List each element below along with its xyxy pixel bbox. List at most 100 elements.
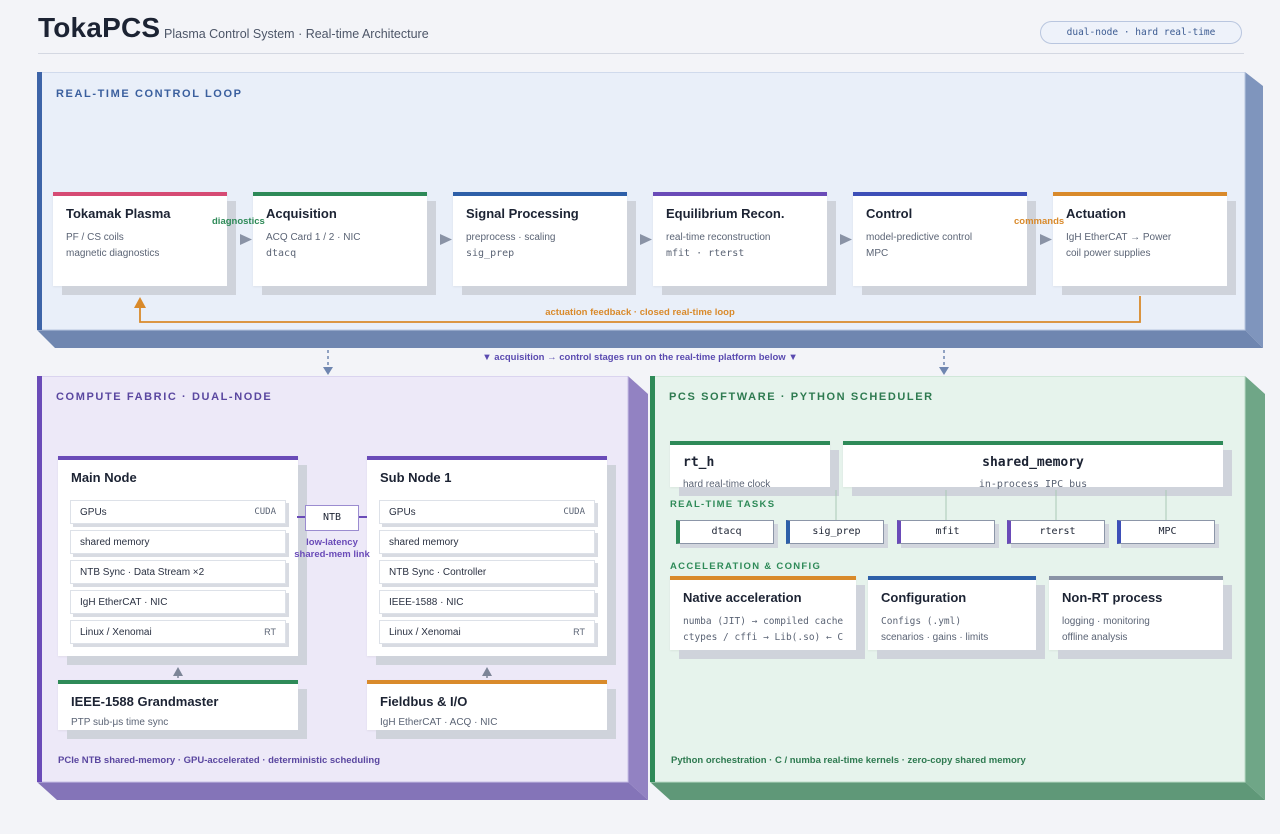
nonrt-line2: offline analysis	[1062, 632, 1128, 643]
rt-tasks-label: REAL-TIME TASKS	[670, 499, 776, 510]
main-node-title: Main Node	[71, 470, 137, 485]
row-tag: CUDA	[563, 507, 585, 517]
page-subtitle: Plasma Control System · Real-time Archit…	[164, 27, 429, 41]
node-row: shared memory	[379, 530, 595, 554]
control-loop-title: REAL-TIME CONTROL LOOP	[56, 88, 243, 100]
nonrt-title: Non-RT process	[1062, 590, 1163, 605]
shared-memory-title: shared_memory	[982, 455, 1084, 470]
sub-node-title: Sub Node 1	[380, 470, 452, 485]
shared-memory-card[interactable]: shared_memory in-process IPC bus	[843, 441, 1223, 490]
rt-h-title: rt_h	[683, 455, 715, 470]
rt-h-card[interactable]: rt_h hard real-time clock	[670, 441, 830, 490]
fieldbus-title: Fieldbus & I/O	[380, 694, 468, 709]
configuration-card[interactable]: Configuration Configs (.yml) scenarios ·…	[868, 576, 1036, 650]
stage-card-control[interactable]: Control model-predictive control MPC	[853, 192, 1027, 286]
card-accent	[670, 441, 830, 445]
stage-line2: sig_prep	[466, 248, 515, 259]
page-title: TokaPCS	[38, 12, 161, 43]
stage-accent	[1053, 192, 1227, 196]
stage-title: Tokamak Plasma	[66, 206, 171, 221]
stage-card-equilibrium[interactable]: Equilibrium Recon. real-time reconstruct…	[653, 192, 827, 286]
stage-title: Control	[866, 206, 913, 221]
stage-accent	[53, 192, 227, 196]
fieldbus-line1: IgH EtherCAT · ACQ · NIC	[380, 717, 498, 728]
stage-card-plasma[interactable]: Tokamak Plasma PF / CS coils magnetic di…	[53, 192, 227, 286]
node-row: GPUs CUDA	[70, 500, 286, 524]
rt-h-line1: hard real-time clock	[683, 479, 771, 490]
stage-line1: real-time reconstruction	[666, 232, 771, 243]
ntb-caption-2: shared-mem link	[294, 549, 370, 560]
row-label: GPUs	[389, 507, 416, 518]
nonrt-line1: logging · monitoring	[1062, 616, 1150, 627]
software-title: PCS SOFTWARE · PYTHON SCHEDULER	[669, 391, 934, 403]
sub-node-card[interactable]: Sub Node 1 GPUs CUDA shared memory NTB Sy…	[367, 456, 607, 656]
config-title: Configuration	[881, 590, 967, 605]
task-chip-rterst[interactable]: rterst	[1007, 520, 1105, 544]
stage-line2: MPC	[866, 248, 889, 259]
diagnostics-label: diagnostics	[212, 216, 265, 227]
header-divider	[38, 53, 1244, 54]
stage-accent	[253, 192, 427, 196]
stage-title: Equilibrium Recon.	[666, 206, 785, 221]
row-label: shared memory	[80, 537, 150, 548]
row-label: NTB Sync · Data Stream ×2	[80, 567, 205, 578]
accel-config-label: ACCELERATION & CONFIG	[670, 561, 822, 572]
card-accent	[1049, 576, 1223, 580]
row-label: NTB Sync · Controller	[389, 567, 487, 578]
row-label: Linux / Xenomai	[80, 627, 152, 638]
task-chip-mfit[interactable]: mfit	[897, 520, 995, 544]
stage-card-acquisition[interactable]: Acquisition ACQ Card 1 / 2 · NIC dtacq	[253, 192, 427, 286]
card-accent	[58, 680, 298, 684]
stage-line1: IgH EtherCAT → Power	[1066, 232, 1172, 243]
node-row: shared memory	[70, 530, 286, 554]
card-accent	[367, 680, 607, 684]
stage-line2: mfit · rterst	[666, 248, 745, 259]
ntb-box[interactable]: NTB	[305, 505, 359, 531]
grandmaster-line1: PTP sub-μs time sync	[71, 717, 169, 728]
row-label: GPUs	[80, 507, 107, 518]
node-accent	[367, 456, 607, 460]
node-row: Linux / Xenomai RT	[379, 620, 595, 644]
card-accent	[843, 441, 1223, 445]
non-rt-card[interactable]: Non-RT process logging · monitoring offl…	[1049, 576, 1223, 650]
row-tag: RT	[573, 627, 585, 637]
stage-line1: preprocess · scaling	[466, 232, 556, 243]
task-chip-mpc[interactable]: MPC	[1117, 520, 1215, 544]
node-row: Linux / Xenomai RT	[70, 620, 286, 644]
main-node-card[interactable]: Main Node GPUs CUDA shared memory NTB Syn…	[58, 456, 298, 656]
stage-title: Signal Processing	[466, 206, 579, 221]
stage-line2: dtacq	[266, 248, 297, 259]
grandmaster-card[interactable]: IEEE-1588 Grandmaster PTP sub-μs time sy…	[58, 680, 298, 730]
node-row: IEEE-1588 · NIC	[379, 590, 595, 614]
native-acceleration-card[interactable]: Native acceleration numba (JIT) → compil…	[670, 576, 856, 650]
stage-card-actuation[interactable]: Actuation IgH EtherCAT → Power coil powe…	[1053, 192, 1227, 286]
native-line2: ctypes / cffi → Lib(.so) ← C	[683, 632, 844, 643]
stage-accent	[453, 192, 627, 196]
node-row: NTB Sync · Data Stream ×2	[70, 560, 286, 584]
shared-memory-line1: in-process IPC bus	[978, 479, 1088, 490]
row-label: shared memory	[389, 537, 459, 548]
node-accent	[58, 456, 298, 460]
software-footnote: Python orchestration · C / numba real-ti…	[671, 755, 1026, 766]
grandmaster-title: IEEE-1588 Grandmaster	[71, 694, 219, 709]
stage-line2: magnetic diagnostics	[66, 248, 160, 259]
row-label: IgH EtherCAT · NIC	[80, 597, 168, 608]
row-tag: CUDA	[254, 507, 276, 517]
fieldbus-card[interactable]: Fieldbus & I/O IgH EtherCAT · ACQ · NIC	[367, 680, 607, 730]
config-line1: Configs (.yml)	[881, 616, 962, 627]
stage-line1: model-predictive control	[866, 232, 973, 243]
stage-line2: coil power supplies	[1066, 248, 1151, 259]
stage-title: Actuation	[1066, 206, 1126, 221]
stage-accent	[853, 192, 1027, 196]
node-row: NTB Sync · Controller	[379, 560, 595, 584]
compute-title: COMPUTE FABRIC · DUAL-NODE	[56, 391, 273, 403]
down-arrow-icon	[323, 367, 333, 375]
stage-accent	[653, 192, 827, 196]
native-line1: numba (JIT) → compiled cache	[683, 616, 844, 627]
task-chip-dtacq[interactable]: dtacq	[676, 520, 774, 544]
card-accent	[670, 576, 856, 580]
task-chip-sig-prep[interactable]: sig_prep	[786, 520, 884, 544]
stage-line1: ACQ Card 1 / 2 · NIC	[266, 232, 361, 243]
feedback-label: actuation feedback · closed real-time lo…	[545, 307, 735, 318]
stage-card-signal-processing[interactable]: Signal Processing preprocess · scaling s…	[453, 192, 627, 286]
